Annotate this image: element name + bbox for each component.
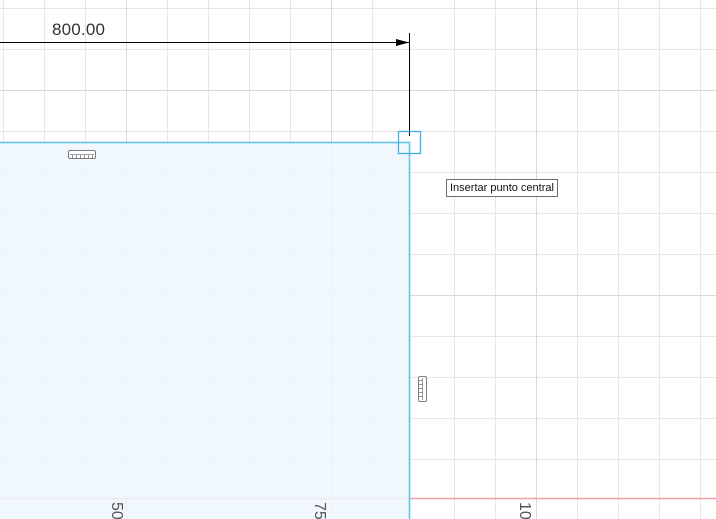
dimension-800[interactable] [0, 33, 410, 136]
axis-tick-label: 10 [516, 502, 533, 519]
axis-tick-label: 75 [311, 502, 328, 519]
axis-tick-label: 50 [108, 502, 125, 519]
horizontal-constraint-icon[interactable] [68, 150, 96, 159]
sketch-grid [0, 0, 716, 519]
sketch-rectangle[interactable] [0, 141, 411, 519]
dimension-value[interactable]: 800.00 [52, 20, 105, 40]
vertical-constraint-icon[interactable] [418, 376, 427, 402]
sketch-canvas[interactable]: 800.00 Insertar punto central 50 75 10 [0, 0, 716, 519]
tooltip: Insertar punto central [446, 179, 558, 197]
arrow-right-icon [396, 39, 409, 46]
